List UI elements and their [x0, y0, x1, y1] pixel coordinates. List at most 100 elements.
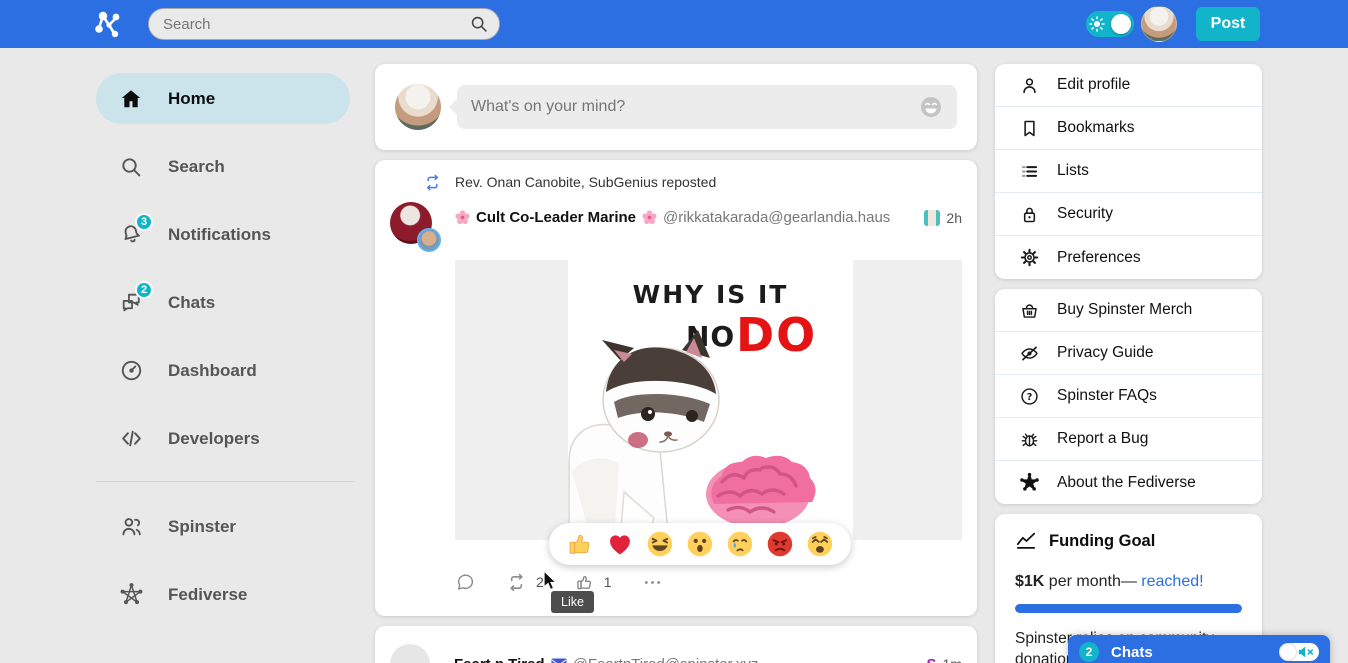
- repost-note-text[interactable]: Rev. Onan Canobite, SubGenius reposted: [455, 174, 716, 190]
- sidebar-item-label: Chats: [168, 293, 215, 313]
- svg-text:?: ?: [1027, 391, 1033, 402]
- user-avatar[interactable]: [1141, 6, 1177, 42]
- like-button[interactable]: 1: [574, 572, 612, 593]
- people-icon: [118, 514, 144, 540]
- funding-dash: —: [1121, 573, 1141, 590]
- search-icon[interactable]: [469, 14, 489, 34]
- home-icon: [118, 86, 144, 112]
- funding-goal-amount: $1K per month— reached!: [1015, 573, 1242, 591]
- sidebar-item-fediverse[interactable]: Fediverse: [96, 569, 350, 620]
- menu-item-merch[interactable]: Buy Spinster Merch: [995, 289, 1262, 332]
- sidebar-item-search[interactable]: Search: [96, 141, 350, 192]
- profile-menu-card: Edit profile Bookmarks Lists Security: [995, 64, 1262, 279]
- search-bar: [148, 8, 500, 40]
- blue-envelope-icon: [551, 658, 567, 663]
- spinster-logo-icon[interactable]: [92, 8, 124, 40]
- chats-sound-toggle[interactable]: [1279, 643, 1319, 661]
- basket-icon: [1019, 300, 1040, 321]
- chats-badge: 2: [135, 281, 153, 299]
- menu-item-report-bug[interactable]: Report a Bug: [995, 418, 1262, 461]
- laughing-emoji-icon[interactable]: [919, 95, 943, 119]
- menu-item-privacy-guide[interactable]: Privacy Guide: [995, 332, 1262, 375]
- meme-text-line1: WHY IS IT: [568, 280, 853, 309]
- ellipsis-icon: [642, 572, 663, 593]
- repost-icon: [506, 572, 527, 593]
- menu-item-label: Spinster FAQs: [1057, 387, 1157, 405]
- menu-item-label: Privacy Guide: [1057, 344, 1153, 362]
- menu-item-label: About the Fediverse: [1057, 474, 1196, 492]
- compose-input[interactable]: What's on your mind?: [457, 85, 957, 129]
- list-icon: [1019, 161, 1040, 182]
- top-bar: Post: [0, 0, 1348, 48]
- dashboard-icon: [118, 358, 144, 384]
- crying-reaction-icon[interactable]: [725, 530, 753, 558]
- compose-placeholder: What's on your mind?: [471, 98, 625, 116]
- angry-reaction-icon[interactable]: [765, 530, 793, 558]
- speaker-muted-icon: [1297, 644, 1315, 660]
- instance-favicon: [924, 210, 940, 226]
- notifications-badge: 3: [135, 213, 153, 231]
- feed: What's on your mind? Rev. Onan Canobite,…: [375, 64, 977, 663]
- funding-reached-link[interactable]: reached!: [1141, 573, 1203, 590]
- sidebar-item-label: Developers: [168, 429, 260, 449]
- sidebar-divider: [96, 481, 354, 482]
- post-media[interactable]: WHY IS IT NO DO: [455, 260, 962, 540]
- menu-item-faqs[interactable]: ? Spinster FAQs: [995, 375, 1262, 418]
- theme-toggle-knob[interactable]: [1111, 14, 1131, 34]
- funding-amount-value: $1K: [1015, 573, 1044, 590]
- thumbs-up-reaction-icon[interactable]: [565, 530, 593, 558]
- sidebar-item-home[interactable]: Home: [96, 73, 350, 124]
- menu-item-label: Lists: [1057, 162, 1089, 180]
- menu-item-about-fediverse[interactable]: About the Fediverse: [995, 461, 1262, 504]
- author-avatar[interactable]: [390, 644, 430, 663]
- avatar-stack: [390, 202, 455, 252]
- author-name[interactable]: Cult Co-Leader Marine: [476, 209, 636, 226]
- sun-icon: [1089, 16, 1105, 32]
- funding-amount-suffix: per month: [1044, 573, 1120, 590]
- author-name[interactable]: Feart n Tired: [454, 656, 545, 663]
- surprised-reaction-icon[interactable]: [685, 530, 713, 558]
- like-tooltip: Like: [551, 591, 594, 613]
- more-button[interactable]: [642, 572, 663, 593]
- sidebar-item-developers[interactable]: Developers: [96, 413, 350, 464]
- sidebar-item-label: Home: [168, 89, 215, 109]
- user-avatar[interactable]: [395, 84, 441, 130]
- sidebar-item-chats[interactable]: 2 Chats: [96, 277, 350, 328]
- author-handle[interactable]: @FeartnTired@spinster.xyz: [573, 656, 759, 663]
- funding-goal-title: Funding Goal: [1049, 532, 1155, 551]
- laughing-reaction-icon[interactable]: [645, 530, 673, 558]
- repost-button[interactable]: 2: [506, 572, 544, 593]
- chats-dock[interactable]: 2 Chats: [1068, 635, 1330, 663]
- cherry-blossom-emoji-icon: [642, 210, 657, 225]
- menu-item-preferences[interactable]: Preferences: [995, 236, 1262, 279]
- menu-item-label: Edit profile: [1057, 76, 1130, 94]
- author-handle[interactable]: @rikkatakarada@gearlandia.haus: [663, 209, 890, 226]
- reply-button[interactable]: [455, 572, 476, 593]
- post-timestamp[interactable]: 1m: [943, 656, 962, 663]
- chart-trend-icon: [1015, 530, 1037, 552]
- chats-icon: 2: [118, 290, 144, 316]
- menu-item-lists[interactable]: Lists: [995, 150, 1262, 193]
- chats-dock-badge: 2: [1079, 642, 1099, 662]
- post-actions: 2 1 Like: [455, 570, 962, 594]
- menu-item-bookmarks[interactable]: Bookmarks: [995, 107, 1262, 150]
- menu-item-security[interactable]: Security: [995, 193, 1262, 236]
- post-header: Cult Co-Leader Marine @rikkatakarada@gea…: [390, 202, 962, 252]
- person-icon: [1019, 75, 1040, 96]
- like-count: 1: [604, 574, 612, 590]
- post-button[interactable]: Post: [1196, 7, 1260, 41]
- left-sidebar: Home Search 3 Notifications 2 Chats: [96, 73, 350, 637]
- funding-progress-bar: [1015, 604, 1242, 613]
- sidebar-item-spinster[interactable]: Spinster: [96, 501, 350, 552]
- heart-reaction-icon[interactable]: [605, 530, 633, 558]
- sidebar-item-label: Notifications: [168, 225, 271, 245]
- menu-item-edit-profile[interactable]: Edit profile: [995, 64, 1262, 107]
- sidebar-item-dashboard[interactable]: Dashboard: [96, 345, 350, 396]
- theme-toggle[interactable]: [1086, 11, 1134, 37]
- reposter-avatar[interactable]: [417, 228, 441, 252]
- sidebar-item-notifications[interactable]: 3 Notifications: [96, 209, 350, 260]
- search-input[interactable]: [163, 16, 469, 33]
- post-timestamp[interactable]: 2h: [946, 210, 962, 226]
- meme-image[interactable]: WHY IS IT NO DO: [568, 260, 853, 540]
- weary-reaction-icon[interactable]: [805, 530, 833, 558]
